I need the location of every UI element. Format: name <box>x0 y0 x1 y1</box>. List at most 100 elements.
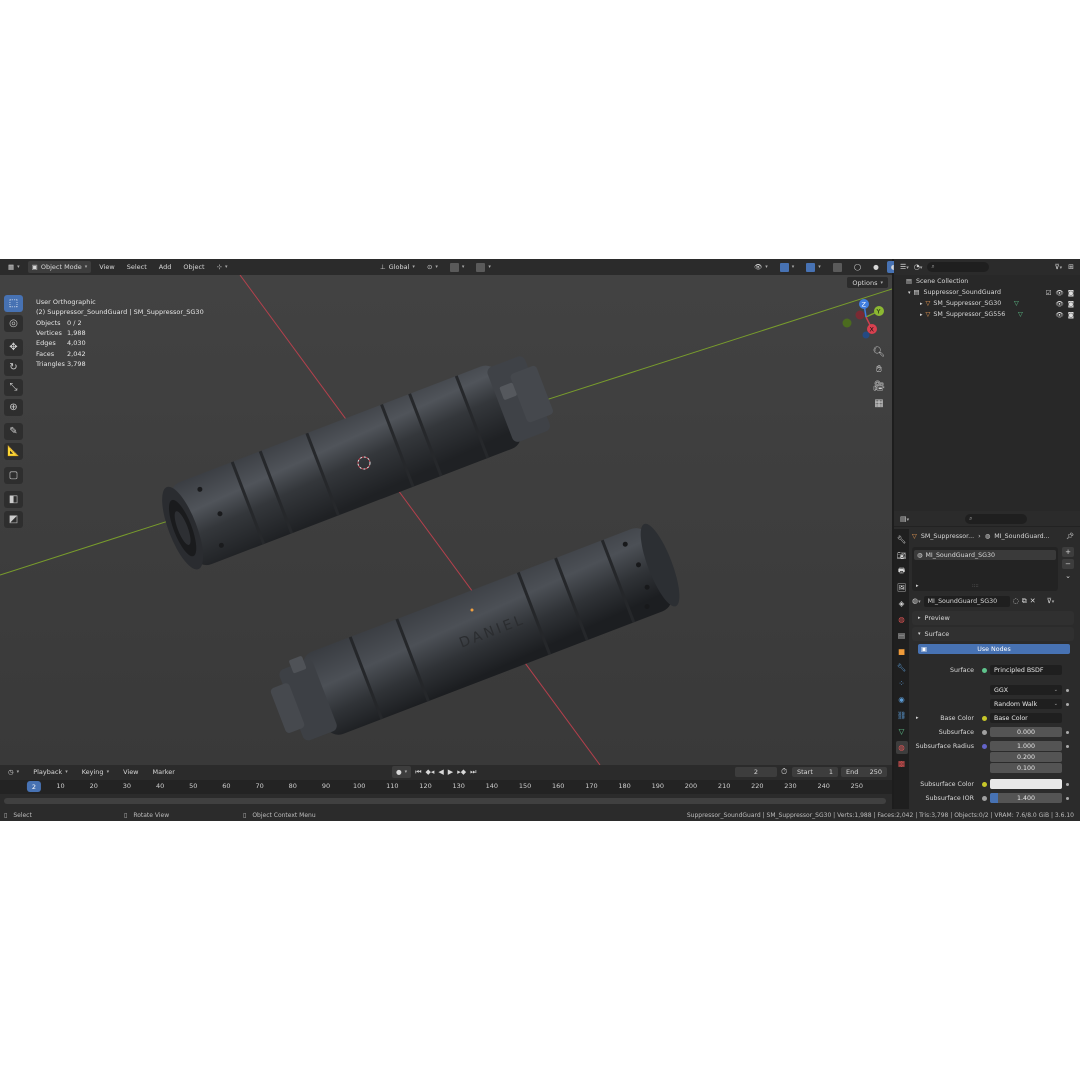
record-button[interactable]: ● ▾ <box>392 766 412 778</box>
snap-toggle[interactable]: ▾ <box>446 261 469 273</box>
cursor-tool[interactable]: ◎ <box>4 315 23 332</box>
surface-panel-header[interactable]: ▾ Surface <box>912 627 1074 641</box>
expand-arrow-icon[interactable]: ▸ <box>916 583 919 589</box>
menu-select[interactable]: Select <box>123 261 151 273</box>
transform-orientation-dropdown[interactable]: ⊥ Global ▾ <box>376 261 419 273</box>
pan-hand-icon[interactable]: ✋︎ <box>872 362 886 376</box>
material-slot-list[interactable]: ◍ MI_SoundGuard_SG30 :::: ▸ <box>912 547 1058 591</box>
unlink-icon[interactable]: ✕ <box>1030 597 1036 605</box>
browse-material-icon[interactable]: ◍▾ <box>912 597 921 605</box>
add-slot-button[interactable]: + <box>1062 547 1074 557</box>
subsurface-ior-field[interactable]: 1.400 <box>990 793 1062 803</box>
options-dropdown[interactable]: Options ▾ <box>847 277 888 288</box>
properties-editor-type[interactable]: ▤▾ <box>900 515 909 523</box>
keyframe-dot-icon[interactable] <box>1066 702 1069 706</box>
world-tab-icon[interactable]: ◍ <box>896 613 908 626</box>
expand-arrow-icon[interactable]: ▾ <box>908 290 911 296</box>
filter-icon[interactable]: ⊽▾ <box>1054 263 1062 271</box>
play-reverse-icon[interactable]: ◀ <box>438 768 443 776</box>
remove-slot-button[interactable]: − <box>1062 559 1074 569</box>
surface-shader-field[interactable]: Principled BSDF <box>990 665 1062 675</box>
jump-start-icon[interactable]: ⏮ <box>415 768 421 777</box>
proportional-edit-toggle[interactable]: ▾ <box>472 261 495 273</box>
scene-tab-icon[interactable]: ◈ <box>896 597 908 610</box>
current-frame-indicator[interactable]: 2 <box>26 781 42 792</box>
display-mode-dropdown[interactable]: ◔▾ <box>914 263 923 271</box>
overlays-toggle[interactable]: ▾ <box>802 261 825 273</box>
subsurface-method-dropdown[interactable]: Random Walk ⌄ <box>990 699 1062 709</box>
annotate-tool[interactable]: ✎ <box>4 423 23 440</box>
data-tab-icon[interactable]: ▽ <box>896 725 908 738</box>
menu-timeline-view[interactable]: View <box>119 766 142 778</box>
subsurface-radius-y-field[interactable]: 0.200 <box>990 752 1062 762</box>
shading-wireframe-button[interactable]: ◯ <box>850 261 865 273</box>
extra-tool-1[interactable]: ◧ <box>4 491 23 508</box>
camera-icon[interactable]: ◙ <box>1068 311 1074 319</box>
fake-user-icon[interactable]: ◌ <box>1013 597 1019 605</box>
modifier-tab-icon[interactable]: 🔧︎ <box>896 661 908 674</box>
keyframe-dot-icon[interactable] <box>1066 688 1069 692</box>
visibility-dropdown[interactable]: 👁 ▾ <box>750 261 772 273</box>
keyframe-dot-icon[interactable] <box>1066 730 1069 734</box>
keyframe-dot-icon[interactable] <box>1066 796 1069 800</box>
grid-icon[interactable]: ▦ <box>872 396 886 410</box>
select-box-tool[interactable]: ⬚ <box>4 295 23 312</box>
menu-keying[interactable]: Keying ▾ <box>78 766 113 778</box>
outliner-search-input[interactable]: ⌕ <box>927 262 990 272</box>
zoom-icon[interactable]: 🔍︎ <box>872 345 886 359</box>
next-keyframe-icon[interactable]: ▸◆ <box>457 768 466 776</box>
timeline-ruler[interactable]: 2 10 20 30 40 50 60 70 80 90 100 110 120 130 140 150 16… <box>0 780 892 794</box>
camera-icon[interactable]: 🎥︎ <box>872 379 886 393</box>
scale-tool[interactable]: ⤡ <box>4 379 23 396</box>
menu-object[interactable]: Object <box>179 261 208 273</box>
physics-tab-icon[interactable]: ◉ <box>896 693 908 706</box>
prev-keyframe-icon[interactable]: ◆◂ <box>426 768 435 776</box>
rotate-tool[interactable]: ↻ <box>4 359 23 376</box>
pin-icon[interactable]: 📌︎ <box>1066 532 1074 540</box>
mesh-data-icon[interactable]: ▽ <box>1018 311 1023 318</box>
distribution-dropdown[interactable]: GGX ⌄ <box>990 685 1062 695</box>
timeline-scrollbar[interactable] <box>4 798 886 804</box>
subsurface-radius-x-field[interactable]: 1.000 <box>990 741 1062 751</box>
collection-row[interactable]: ▾ ▤ Suppressor_SoundGuard ☑ 👁 ◙ <box>894 287 1080 298</box>
tool-tab-icon[interactable]: 🔧︎ <box>896 533 908 546</box>
constraints-tab-icon[interactable]: ⛓︎ <box>896 709 908 722</box>
duplicate-material-icon[interactable]: ⧉ <box>1022 597 1027 606</box>
material-slot-item[interactable]: ◍ MI_SoundGuard_SG30 <box>914 550 1056 560</box>
texture-tab-icon[interactable]: ▩ <box>896 757 908 770</box>
material-tab-icon[interactable]: ◍ <box>895 741 908 754</box>
current-frame-field[interactable]: 2 <box>735 767 777 777</box>
camera-icon[interactable]: ◙ <box>1068 289 1074 297</box>
pivot-point-dropdown[interactable]: ⊙ ▾ <box>423 261 442 273</box>
expand-arrow-icon[interactable]: ▸ <box>916 715 919 721</box>
gizmo-toggle-button[interactable]: ⊹ ▾ <box>213 261 232 273</box>
output-tab-icon[interactable]: 🖶︎ <box>896 565 908 578</box>
menu-view[interactable]: View <box>95 261 118 273</box>
move-tool[interactable]: ✥ <box>4 339 23 356</box>
3d-viewport[interactable]: DANIEL Y X Z ⬚ ◎ ✥ ↻ ⤡ ⊕ ✎ 📐 ▢ ◧ ◩ User … <box>0 275 892 765</box>
menu-marker[interactable]: Marker <box>149 766 179 778</box>
outliner-editor-type[interactable]: ☰▾ <box>900 263 909 271</box>
shading-solid-button[interactable]: ● <box>869 261 883 273</box>
gizmos-toggle[interactable]: ▾ <box>776 261 799 273</box>
keyframe-dot-icon[interactable] <box>1066 744 1069 748</box>
checkbox-icon[interactable]: ☑ <box>1046 289 1052 297</box>
end-frame-field[interactable]: End 250 <box>841 767 887 777</box>
base-color-field[interactable]: Base Color <box>990 713 1062 723</box>
mesh-data-icon[interactable]: ▽ <box>1014 300 1019 307</box>
subsurface-value-field[interactable]: 0.000 <box>990 727 1062 737</box>
start-frame-field[interactable]: Start 1 <box>792 767 838 777</box>
material-name-field[interactable]: MI_SoundGuard_SG30 <box>923 595 1010 607</box>
subsurface-radius-z-field[interactable]: 0.100 <box>990 763 1062 773</box>
subsurface-color-swatch[interactable] <box>990 779 1062 789</box>
camera-icon[interactable]: ◙ <box>1068 300 1074 308</box>
eye-icon[interactable]: 👁 <box>1055 289 1063 297</box>
stopwatch-icon[interactable]: ⏱ <box>781 767 787 777</box>
extra-tool-2[interactable]: ◩ <box>4 511 23 528</box>
menu-add[interactable]: Add <box>155 261 176 273</box>
properties-search-input[interactable]: ⌕ <box>965 513 1028 524</box>
view-layer-tab-icon[interactable]: 🖼︎ <box>896 581 908 594</box>
use-nodes-button[interactable]: ▣ Use Nodes <box>918 644 1070 654</box>
scene-collection-row[interactable]: ▤ Scene Collection <box>894 276 1080 287</box>
timeline-editor-type[interactable]: ◷ ▾ <box>4 766 23 778</box>
